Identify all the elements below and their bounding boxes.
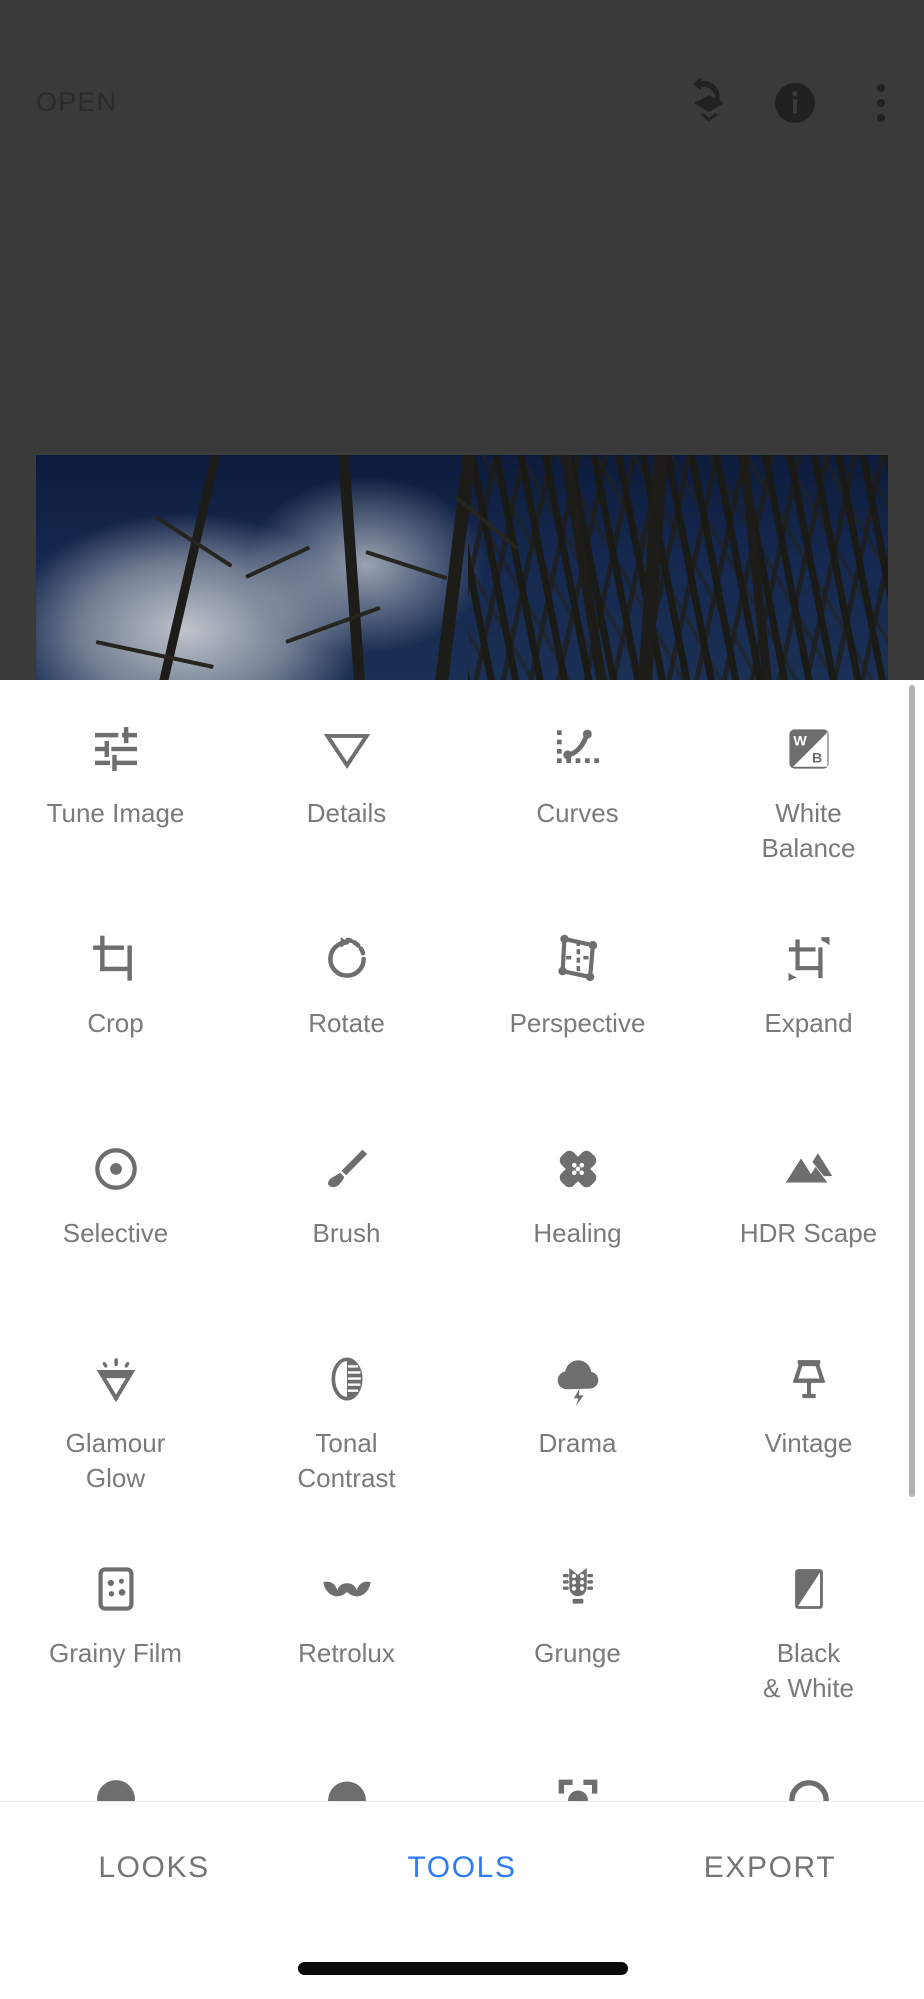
tool-label: Glamour Glow bbox=[65, 1428, 166, 1493]
tool-perspective[interactable]: Perspective bbox=[462, 890, 693, 1100]
healing-icon bbox=[535, 1132, 621, 1206]
tool-grunge[interactable]: Grunge bbox=[462, 1520, 693, 1730]
partial-row-icon-1 bbox=[73, 1762, 159, 1801]
home-indicator[interactable] bbox=[298, 1962, 628, 1975]
tool-label: White Balance bbox=[761, 798, 856, 863]
tool-rotate[interactable]: Rotate bbox=[231, 890, 462, 1100]
tool-glamour-glow[interactable]: Glamour Glow bbox=[0, 1310, 231, 1520]
tool-partial-3[interactable] bbox=[462, 1730, 693, 1801]
info-icon[interactable] bbox=[752, 60, 838, 146]
tool-expand[interactable]: Expand bbox=[693, 890, 924, 1100]
tools-grid: Tune Image Details Curves W B White Bala… bbox=[0, 680, 924, 1801]
tool-details[interactable]: Details bbox=[231, 680, 462, 890]
tool-tune-image[interactable]: Tune Image bbox=[0, 680, 231, 890]
white-balance-icon: W B bbox=[766, 712, 852, 786]
tool-label: Grunge bbox=[534, 1638, 621, 1668]
tool-label: Grainy Film bbox=[49, 1638, 182, 1668]
brush-icon bbox=[304, 1132, 390, 1206]
tool-label: Details bbox=[306, 798, 387, 828]
tool-label: Healing bbox=[533, 1218, 622, 1248]
tool-label: Vintage bbox=[764, 1428, 853, 1458]
editor-background: OPEN bbox=[0, 0, 924, 690]
svg-text:B: B bbox=[811, 751, 821, 767]
tool-label: Black & White bbox=[762, 1638, 855, 1703]
grainy-film-icon bbox=[73, 1552, 159, 1626]
tool-selective[interactable]: Selective bbox=[0, 1100, 231, 1310]
svg-text:W: W bbox=[793, 733, 807, 749]
overflow-menu-icon[interactable] bbox=[838, 60, 924, 146]
glamour-glow-icon bbox=[73, 1342, 159, 1416]
branch-thicket bbox=[468, 455, 888, 690]
tool-black-and-white[interactable]: Black & White bbox=[693, 1520, 924, 1730]
tool-label: Drama bbox=[538, 1428, 617, 1458]
tool-label: Selective bbox=[62, 1218, 169, 1248]
drama-icon bbox=[535, 1342, 621, 1416]
tool-grainy-film[interactable]: Grainy Film bbox=[0, 1520, 231, 1730]
selective-icon bbox=[73, 1132, 159, 1206]
tool-label: Tonal Contrast bbox=[297, 1428, 396, 1493]
tool-label: Retrolux bbox=[298, 1638, 395, 1668]
vintage-icon bbox=[766, 1342, 852, 1416]
tool-vintage[interactable]: Vintage bbox=[693, 1310, 924, 1520]
tool-hdr-scape[interactable]: HDR Scape bbox=[693, 1100, 924, 1310]
tonal-contrast-icon bbox=[304, 1342, 390, 1416]
hdr-scape-icon bbox=[766, 1132, 852, 1206]
tool-label: Crop bbox=[87, 1008, 144, 1038]
photo-preview[interactable] bbox=[36, 455, 888, 690]
tool-healing[interactable]: Healing bbox=[462, 1100, 693, 1310]
tool-label: Rotate bbox=[308, 1008, 385, 1038]
rotate-icon bbox=[304, 922, 390, 996]
sliders-icon bbox=[73, 712, 159, 786]
partial-row-icon-3 bbox=[535, 1762, 621, 1801]
tab-tools[interactable]: TOOLS bbox=[308, 1851, 616, 1885]
tool-label: Perspective bbox=[509, 1008, 646, 1038]
tool-label: Brush bbox=[312, 1218, 381, 1248]
open-button[interactable]: OPEN bbox=[36, 87, 117, 118]
tools-scrollbar-thumb[interactable] bbox=[909, 685, 915, 1497]
tool-label: Curves bbox=[536, 798, 619, 828]
partial-row-icon-4 bbox=[766, 1762, 852, 1801]
undo-stack-icon[interactable] bbox=[666, 60, 752, 146]
top-bar: OPEN bbox=[0, 60, 924, 145]
tool-crop[interactable]: Crop bbox=[0, 890, 231, 1100]
nav-tabs: LOOKS TOOLS EXPORT bbox=[0, 1802, 924, 1934]
top-bar-actions bbox=[666, 60, 924, 146]
retrolux-icon bbox=[304, 1552, 390, 1626]
tool-curves[interactable]: Curves bbox=[462, 680, 693, 890]
tool-partial-2[interactable] bbox=[231, 1730, 462, 1801]
tool-label: HDR Scape bbox=[739, 1218, 878, 1248]
tool-drama[interactable]: Drama bbox=[462, 1310, 693, 1520]
expand-icon bbox=[766, 922, 852, 996]
tool-label: Expand bbox=[764, 1008, 853, 1038]
tab-export[interactable]: EXPORT bbox=[616, 1851, 924, 1885]
tool-white-balance[interactable]: W B White Balance bbox=[693, 680, 924, 890]
curves-icon bbox=[535, 712, 621, 786]
tool-brush[interactable]: Brush bbox=[231, 1100, 462, 1310]
partial-row-icon-2 bbox=[304, 1762, 390, 1801]
perspective-icon bbox=[535, 922, 621, 996]
tab-looks[interactable]: LOOKS bbox=[0, 1851, 308, 1885]
grunge-icon bbox=[535, 1552, 621, 1626]
tool-label: Tune Image bbox=[46, 798, 185, 828]
tools-sheet: Tune Image Details Curves W B White Bala… bbox=[0, 680, 924, 1801]
tool-retrolux[interactable]: Retrolux bbox=[231, 1520, 462, 1730]
tool-partial-1[interactable] bbox=[0, 1730, 231, 1801]
black-and-white-icon bbox=[766, 1552, 852, 1626]
tool-partial-4[interactable] bbox=[693, 1730, 924, 1801]
tool-tonal-contrast[interactable]: Tonal Contrast bbox=[231, 1310, 462, 1520]
triangle-down-icon bbox=[304, 712, 390, 786]
crop-icon bbox=[73, 922, 159, 996]
